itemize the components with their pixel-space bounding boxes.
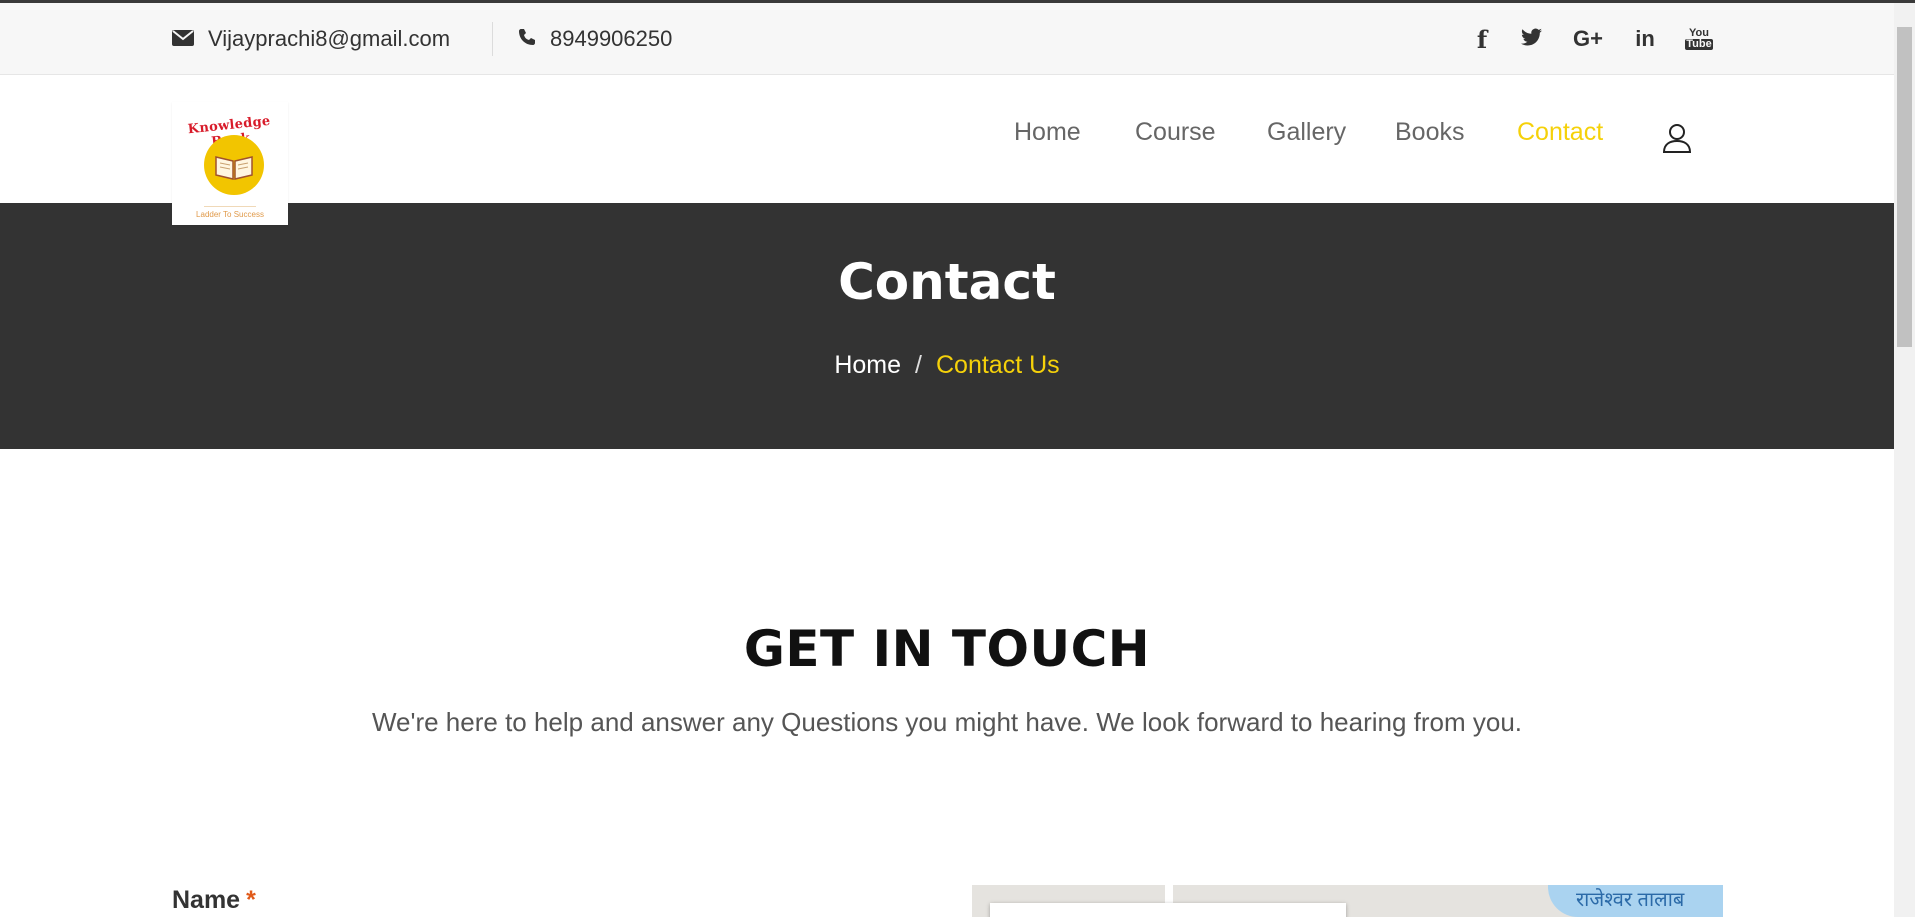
name-field-label: Name * <box>172 886 256 915</box>
section-heading: GET IN TOUCH <box>743 620 1151 678</box>
youtube-icon: You Tube <box>1685 27 1713 50</box>
twitter-icon <box>1521 28 1543 51</box>
email-contact[interactable]: Vijayprachi8@gmail.com <box>172 3 450 75</box>
nav-course[interactable]: Course <box>1135 118 1216 147</box>
envelope-icon <box>172 26 208 52</box>
page-title: Contact <box>838 253 1056 311</box>
required-asterisk: * <box>246 886 256 914</box>
linkedin-icon: in <box>1635 26 1655 51</box>
phone-icon <box>518 26 550 52</box>
breadcrumb: Home / Contact Us <box>0 351 1894 380</box>
twitter-link[interactable] <box>1515 3 1549 75</box>
map-info-card <box>990 903 1346 917</box>
nav-gallery[interactable]: Gallery <box>1267 118 1346 147</box>
breadcrumb-current: Contact Us <box>935 351 1060 379</box>
breadcrumb-separator: / <box>915 351 922 379</box>
scrollbar-thumb[interactable] <box>1897 27 1912 347</box>
nav-contact[interactable]: Contact <box>1517 118 1603 147</box>
page-scrollbar[interactable] <box>1894 3 1915 917</box>
user-account-icon[interactable] <box>1661 122 1693 154</box>
nav-home[interactable]: Home <box>1014 118 1081 147</box>
email-text: Vijayprachi8@gmail.com <box>208 26 451 51</box>
logo-tagline: Ladder To Success <box>196 210 264 219</box>
logo-divider <box>204 206 256 207</box>
name-label-text: Name <box>172 886 241 914</box>
facebook-link[interactable]: f <box>1465 3 1499 75</box>
youtube-link[interactable]: You Tube <box>1682 3 1716 75</box>
top-contact-bar: Vijayprachi8@gmail.com 8949906250 f G+ i… <box>0 3 1894 75</box>
page-banner: Contact Home / Contact Us <box>0 203 1894 449</box>
book-icon <box>204 135 264 195</box>
topbar-divider <box>492 22 493 56</box>
site-logo[interactable]: Knowledge Bank Ladder To Success <box>172 102 288 225</box>
breadcrumb-home-link[interactable]: Home <box>834 351 901 380</box>
facebook-icon: f <box>1476 24 1488 54</box>
linkedin-link[interactable]: in <box>1628 3 1662 75</box>
section-intro-text: We're here to help and answer any Questi… <box>371 707 1523 737</box>
google-plus-icon: G+ <box>1573 26 1603 51</box>
phone-text: 8949906250 <box>550 26 673 51</box>
google-plus-link[interactable]: G+ <box>1571 3 1605 75</box>
map-place-label: राजेश्वर तालाब <box>1576 889 1685 911</box>
nav-books[interactable]: Books <box>1395 118 1464 147</box>
phone-contact[interactable]: 8949906250 <box>518 3 672 75</box>
location-map[interactable]: राजेश्वर तालाब <box>972 885 1723 917</box>
browser-viewport: Vijayprachi8@gmail.com 8949906250 f G+ i… <box>0 0 1915 917</box>
